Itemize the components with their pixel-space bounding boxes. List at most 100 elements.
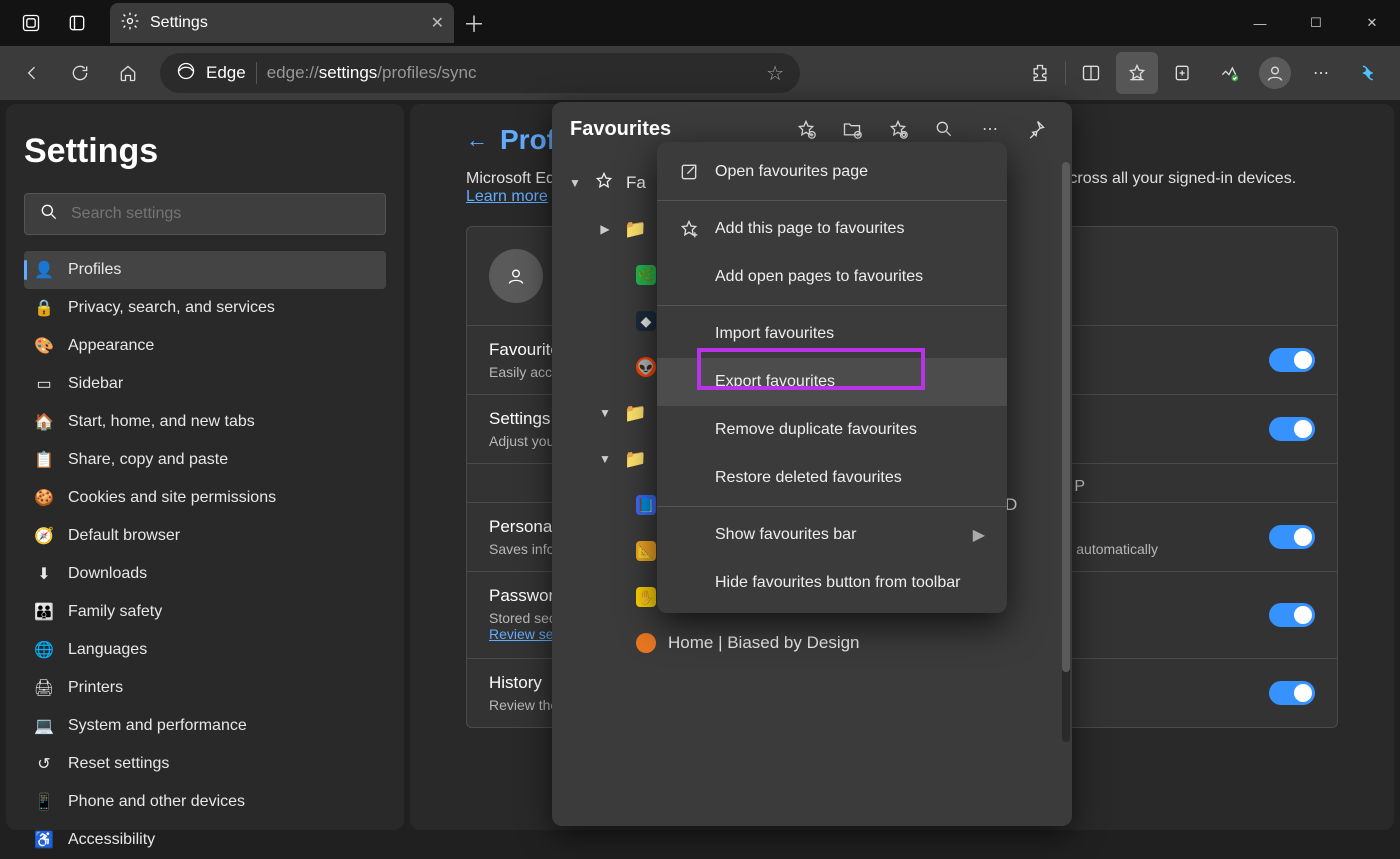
star-plus-icon xyxy=(679,219,699,239)
ctx-show-bar[interactable]: Show favourites bar▶ xyxy=(657,511,1007,559)
site-icon: ◆ xyxy=(636,311,656,331)
sidebar-item-share-copy-and-paste[interactable]: 📋Share, copy and paste xyxy=(24,441,386,479)
toggle-history[interactable] xyxy=(1269,681,1315,705)
sidebar-item-downloads[interactable]: ⬇Downloads xyxy=(24,555,386,593)
sidebar-item-family-safety[interactable]: 👪Family safety xyxy=(24,593,386,631)
performance-icon[interactable] xyxy=(1208,52,1250,94)
sidebar-icon: ▭ xyxy=(34,374,54,394)
pin-panel-icon[interactable] xyxy=(1018,111,1054,147)
breadcrumb-back-icon[interactable]: ← xyxy=(466,127,488,153)
ctx-remove-dup[interactable]: Remove duplicate favourites xyxy=(657,406,1007,454)
sidebar-item-system-and-performance[interactable]: 💻 System and performance xyxy=(24,707,386,745)
tab-title: Settings xyxy=(150,14,208,32)
learn-more-link[interactable]: Learn more xyxy=(466,188,548,205)
sidebar-item-printers[interactable]: 🖨 Printers xyxy=(24,669,386,707)
sidebar-item-cookies-and-site-permissions[interactable]: 🍪Cookies and site permissions xyxy=(24,479,386,517)
sidebar-item-languages[interactable]: 🌐Languages xyxy=(24,631,386,669)
ctx-export[interactable]: Export favourites xyxy=(657,358,1007,406)
addr-site: Edge xyxy=(206,63,246,83)
collections-icon[interactable] xyxy=(1162,52,1204,94)
toolbar: Edge edge://settings/profiles/sync ☆ ⋯ xyxy=(0,46,1400,100)
sidebar-item-sidebar[interactable]: ▭Sidebar xyxy=(24,365,386,403)
ctx-restore-deleted[interactable]: Restore deleted favourites xyxy=(657,454,1007,502)
home-button[interactable] xyxy=(108,53,148,93)
search-settings[interactable] xyxy=(24,193,386,235)
sidebar-icon: 🏠 xyxy=(34,412,54,432)
sidebar-icon: ⬇ xyxy=(34,564,54,584)
sidebar-item-label: System and performance xyxy=(68,717,247,735)
chevron-right-icon: ▶ xyxy=(598,222,612,236)
sidebar-item-profiles[interactable]: 👤Profiles xyxy=(24,251,386,289)
sidebar-icon: ♿ xyxy=(34,830,54,850)
toggle-personal[interactable] xyxy=(1269,525,1315,549)
new-tab-button[interactable]: ＋ xyxy=(454,7,494,39)
open-icon xyxy=(679,162,699,182)
search-icon xyxy=(39,202,59,227)
copilot-icon[interactable] xyxy=(1346,52,1388,94)
sidebar-item-label: Start, home, and new tabs xyxy=(68,413,255,431)
divider xyxy=(256,62,257,84)
sidebar-item-label: Accessibility xyxy=(68,831,155,849)
chevron-right-icon: ▶ xyxy=(973,525,985,545)
bookmark-row[interactable]: Home | Biased by Design xyxy=(552,620,1072,666)
scrollbar-thumb[interactable] xyxy=(1062,162,1070,672)
favourites-context-menu: Open favourites page Add this page to fa… xyxy=(657,142,1007,613)
sidebar-item-label: Appearance xyxy=(68,337,154,355)
sidebar-item-start-home-and-new-tabs[interactable]: 🏠 Start, home, and new tabs xyxy=(24,403,386,441)
more-menu-icon[interactable]: ⋯ xyxy=(1300,52,1342,94)
sidebar-icon: 💻 xyxy=(34,716,54,736)
sidebar-icon: 🔒 xyxy=(34,298,54,318)
sidebar-icon: ↺ xyxy=(34,754,54,774)
bookmark-star-icon[interactable]: ☆ xyxy=(766,61,784,86)
back-button[interactable] xyxy=(12,53,52,93)
folder-icon: 📁 xyxy=(624,219,646,240)
toggle-passwords[interactable] xyxy=(1269,603,1315,627)
star-outline-icon xyxy=(594,171,614,196)
sidebar-icon: 🖨 xyxy=(34,678,54,698)
minimize-button[interactable]: — xyxy=(1232,0,1288,46)
sidebar-icon: 👤 xyxy=(34,260,54,280)
scrollbar[interactable] xyxy=(1062,162,1070,742)
sidebar-item-label: Printers xyxy=(68,679,123,697)
sidebar-icon: 📋 xyxy=(34,450,54,470)
ctx-add-open-pages[interactable]: Add open pages to favourites xyxy=(657,253,1007,301)
sidebar-item-appearance[interactable]: 🎨Appearance xyxy=(24,327,386,365)
split-screen-icon[interactable] xyxy=(1070,52,1112,94)
reload-button[interactable] xyxy=(60,53,100,93)
gear-icon xyxy=(120,11,140,36)
sidebar-item-label: Languages xyxy=(68,641,147,659)
ctx-open-favourites[interactable]: Open favourites page xyxy=(657,148,1007,196)
close-tab-icon[interactable]: ✕ xyxy=(431,13,444,33)
site-icon xyxy=(636,633,656,653)
workspaces-icon[interactable] xyxy=(8,0,54,46)
toggle-favourites[interactable] xyxy=(1269,348,1315,372)
extensions-icon[interactable] xyxy=(1019,52,1061,94)
folder-icon: 📁 xyxy=(624,449,646,470)
site-icon: 📐 xyxy=(636,541,656,561)
toggle-settings[interactable] xyxy=(1269,417,1315,441)
search-settings-input[interactable] xyxy=(71,205,371,223)
sidebar-item-phone-and-other-devices[interactable]: 📱Phone and other devices xyxy=(24,783,386,821)
sidebar-icon: 📱 xyxy=(34,792,54,812)
favourites-toolbar-icon[interactable] xyxy=(1116,52,1158,94)
sidebar-item-reset-settings[interactable]: ↺Reset settings xyxy=(24,745,386,783)
tab-settings[interactable]: Settings ✕ xyxy=(110,3,454,43)
address-bar[interactable]: Edge edge://settings/profiles/sync ☆ xyxy=(160,53,800,93)
profile-avatar-toolbar[interactable] xyxy=(1254,52,1296,94)
vertical-tabs-icon[interactable] xyxy=(54,0,100,46)
ctx-import[interactable]: Import favourites xyxy=(657,310,1007,358)
divider xyxy=(1065,61,1066,85)
sidebar-item-privacy-search-and-services[interactable]: 🔒Privacy, search, and services xyxy=(24,289,386,327)
ctx-hide-button[interactable]: Hide favourites button from toolbar xyxy=(657,559,1007,607)
sidebar-icon: 🍪 xyxy=(34,488,54,508)
sidebar-item-default-browser[interactable]: 🧭Default browser xyxy=(24,517,386,555)
close-window-button[interactable]: ✕ xyxy=(1344,0,1400,46)
maximize-button[interactable]: ☐ xyxy=(1288,0,1344,46)
sidebar-item-accessibility[interactable]: ♿ Accessibility xyxy=(24,821,386,859)
sidebar-item-label: Family safety xyxy=(68,603,162,621)
sidebar-item-label: Default browser xyxy=(68,527,180,545)
site-icon: ✋ xyxy=(636,587,656,607)
window-controls: — ☐ ✕ xyxy=(1232,0,1400,46)
ctx-add-page[interactable]: Add this page to favourites xyxy=(657,205,1007,253)
reddit-icon: 👽 xyxy=(636,357,656,377)
